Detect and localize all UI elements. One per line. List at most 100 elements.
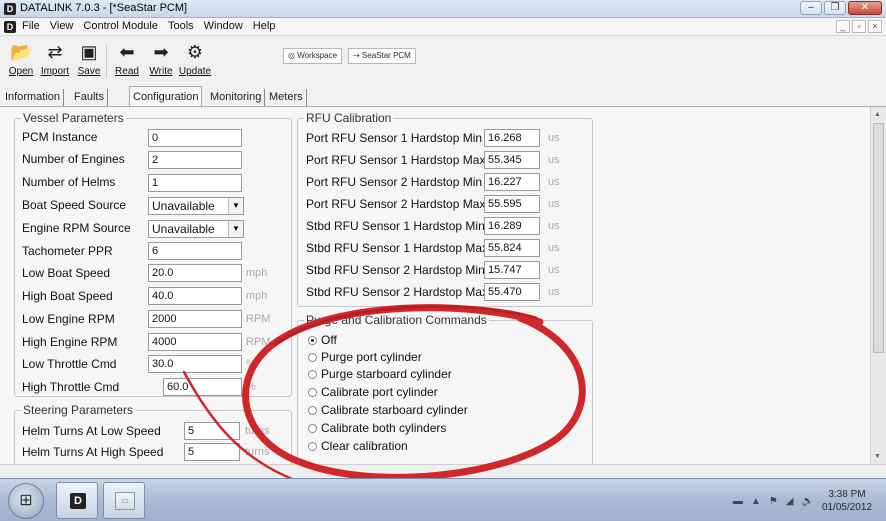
keyboard-icon[interactable]: ▬ [733,496,743,507]
stbd-rfu-s2-max-label: Stbd RFU Sensor 2 Hardstop Max [306,285,489,299]
low-engine-rpm-field[interactable]: 2000 [148,310,242,328]
save-button[interactable]: ▣ Save [72,40,106,82]
port-rfu-s2-min-label: Port RFU Sensor 2 Hardstop Min [306,175,483,189]
document-icon[interactable]: D [4,21,16,33]
scroll-down-arrow-icon[interactable]: ▼ [874,453,881,460]
helm-turns-high-speed-field[interactable]: 5 [184,443,240,461]
workspace-icon: ◎ [288,51,298,60]
tab-strip: Information Faults Configuration Monitor… [0,86,886,106]
tab-faults[interactable]: Faults [71,89,108,106]
update-button[interactable]: ⚙ Update [178,40,212,82]
stbd-rfu-s1-min-unit: us [548,220,560,232]
windows-logo-icon: ⊞ [19,492,33,509]
pcm-instance-label: PCM Instance [22,130,98,144]
boat-speed-source-select[interactable]: Unavailable ▼ [148,197,244,215]
speaker-icon[interactable]: 🔊 [801,496,813,507]
menu-view[interactable]: View [50,20,74,32]
menu-help[interactable]: Help [253,20,276,32]
low-engine-rpm-label: Low Engine RPM [22,312,115,326]
radio-calibrate-starboard[interactable]: Calibrate starboard cylinder [308,403,468,417]
port-rfu-s2-max-field[interactable]: 55.595 [484,195,540,213]
stbd-rfu-s1-max-field[interactable]: 55.824 [484,239,540,257]
taskbar-explorer-app[interactable]: ▭ [103,482,145,519]
tachometer-ppr-field[interactable]: 6 [148,242,242,260]
mdi-close-button[interactable]: × [868,20,882,33]
number-of-engines-field[interactable]: 2 [148,151,242,169]
seastar-pcm-button[interactable]: ⇢ SeaStar PCM [348,48,416,64]
chevron-down-icon[interactable]: ▼ [228,198,243,214]
radio-off[interactable]: Off [308,333,337,347]
window-explorer-icon: ▭ [115,492,135,510]
port-rfu-s2-max-unit: us [548,198,560,210]
network-icon[interactable]: ◢ [786,496,794,507]
low-engine-rpm-unit: RPM [246,313,271,325]
status-strip [0,464,886,478]
stbd-rfu-s1-min-field[interactable]: 16.289 [484,217,540,235]
stbd-rfu-s1-max-unit: us [548,242,560,254]
menu-window[interactable]: Window [204,20,243,32]
tab-monitoring[interactable]: Monitoring [207,89,266,106]
maximize-button[interactable]: ❐ [824,1,846,15]
radio-purge-starboard[interactable]: Purge starboard cylinder [308,367,452,381]
pcm-instance-field[interactable]: 0 [148,129,242,147]
port-rfu-s1-min-label: Port RFU Sensor 1 Hardstop Min [306,131,483,145]
port-rfu-s1-max-field[interactable]: 55.345 [484,151,540,169]
helm-turns-high-speed-label: Helm Turns At High Speed [22,445,164,459]
radio-icon [308,370,317,379]
helm-turns-low-speed-field[interactable]: 5 [184,422,240,440]
radio-selected-icon [308,336,317,345]
high-engine-rpm-unit: RPM [246,336,271,348]
number-of-helms-field[interactable]: 1 [148,174,242,192]
close-button[interactable]: ✕ [848,1,882,15]
mdi-minimize-button[interactable]: _ [836,20,850,33]
stbd-rfu-s1-max-label: Stbd RFU Sensor 1 Hardstop Max [306,241,489,255]
radio-icon [308,388,317,397]
radio-clear-calibration[interactable]: Clear calibration [308,439,408,453]
open-button[interactable]: 📂 Open [4,40,38,82]
mdi-restore-button[interactable]: ▫ [852,20,866,33]
number-of-helms-label: Number of Helms [22,175,116,189]
menu-tools[interactable]: Tools [168,20,194,32]
scroll-up-arrow-icon[interactable]: ▲ [874,111,881,118]
tab-information[interactable]: Information [2,89,65,106]
tab-meters[interactable]: Meters [266,89,307,106]
tachometer-ppr-label: Tachometer PPR [22,244,113,258]
window-controls: – ❐ ✕ [800,1,882,15]
high-throttle-cmd-field[interactable]: 60.0 [163,378,242,396]
port-rfu-s2-min-field[interactable]: 16.227 [484,173,540,191]
low-throttle-cmd-label: Low Throttle Cmd [22,357,117,371]
low-throttle-cmd-field[interactable]: 30.0 [148,355,242,373]
engine-rpm-source-select[interactable]: Unavailable ▼ [148,220,244,238]
vessel-parameters-legend: Vessel Parameters [23,111,124,125]
high-boat-speed-field[interactable]: 40.0 [148,287,242,305]
read-button[interactable]: ⬅ Read [110,40,144,82]
helm-turns-low-speed-unit: turns [245,425,270,437]
show-hidden-icons-chevron[interactable]: ▲ [751,496,761,507]
taskbar-datalink-app[interactable]: D [56,482,98,519]
port-rfu-s1-min-field[interactable]: 16.268 [484,129,540,147]
menu-file[interactable]: File [22,20,40,32]
start-button[interactable]: ⊞ [8,483,44,519]
stbd-rfu-s2-max-unit: us [548,286,560,298]
action-center-flag-icon[interactable]: ⚑ [769,496,778,507]
low-boat-speed-field[interactable]: 20.0 [148,264,242,282]
system-clock[interactable]: 3:38 PM 01/05/2012 [822,488,872,514]
radio-purge-port[interactable]: Purge port cylinder [308,350,422,364]
port-rfu-s1-max-unit: us [548,154,560,166]
radio-calibrate-port[interactable]: Calibrate port cylinder [308,385,438,399]
high-engine-rpm-field[interactable]: 4000 [148,333,242,351]
radio-calibrate-both[interactable]: Calibrate both cylinders [308,421,446,435]
tab-configuration[interactable]: Configuration [129,86,203,106]
minimize-button[interactable]: – [800,1,822,15]
menu-control-module[interactable]: Control Module [83,20,158,32]
import-button[interactable]: ⇄ Import [38,40,72,82]
workspace-button[interactable]: ◎ Workspace [283,48,343,64]
vertical-scrollbar[interactable]: ▲ ▼ [870,107,886,464]
rfu-calibration-legend: RFU Calibration [306,111,392,125]
import-icon: ⇄ [47,42,63,62]
stbd-rfu-s2-max-field[interactable]: 55.470 [484,283,540,301]
write-button[interactable]: ➡ Write [144,40,178,82]
stbd-rfu-s2-min-field[interactable]: 15.747 [484,261,540,279]
chevron-down-icon[interactable]: ▼ [228,221,243,237]
scrollbar-thumb[interactable] [873,123,884,353]
